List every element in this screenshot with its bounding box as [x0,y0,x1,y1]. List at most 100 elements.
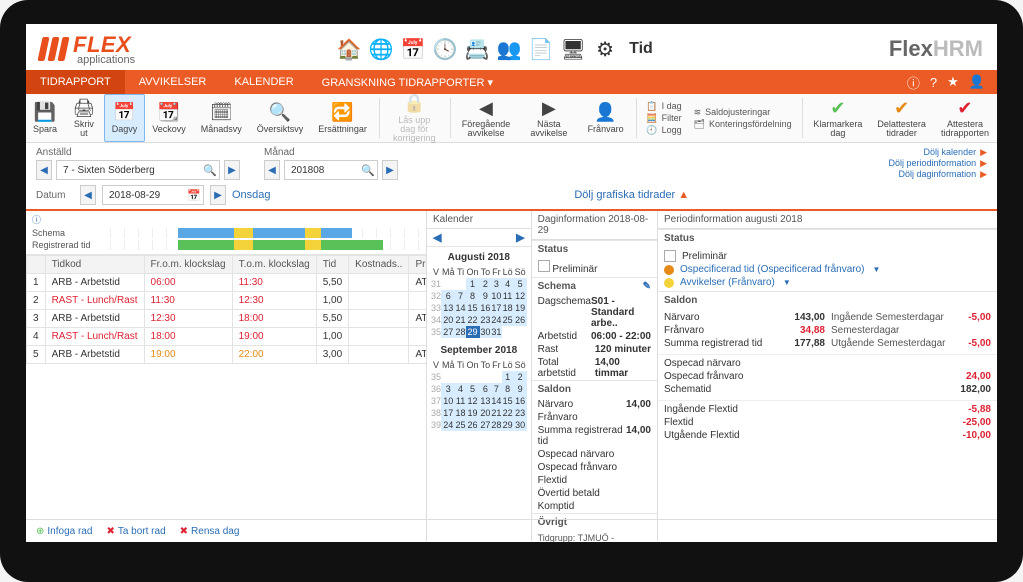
calendar-day[interactable]: 29 [466,326,480,338]
tab-avvikelser[interactable]: AVVIKELSER [125,70,221,94]
calendar-day[interactable]: 2 [480,278,492,290]
toggle-graphical-rows[interactable]: Dölj grafiska tidrader ▲ [574,189,689,201]
calendar-day[interactable]: 24 [491,314,502,326]
calendar-day[interactable]: 11 [502,290,514,302]
info-icon[interactable]: ⓘ [32,213,41,226]
calendar-day[interactable]: 18 [456,407,466,419]
calendar-day[interactable]: 13 [480,395,492,407]
calendar-day[interactable]: 19 [514,302,527,314]
time-rows-table[interactable]: TidkodFr.o.m. klockslagT.o.m. klockslagT… [26,255,426,364]
ribbon-spara[interactable]: 💾Spara [26,94,65,142]
ribbon-filter[interactable]: 🧮Filter [646,113,681,124]
calendar-icon[interactable]: 📅 [187,189,201,202]
delete-row[interactable]: ✖Ta bort rad [106,526,165,537]
calendar-day[interactable]: 16 [514,395,527,407]
calendar-day[interactable]: 23 [514,407,527,419]
month-field[interactable]: 201808 🔍 [284,160,378,180]
table-row[interactable]: 1ARB - Arbetstid06:0011:305,50AT 01.. [27,274,427,292]
module-icon[interactable]: 📅 [399,35,427,63]
module-icon[interactable]: 🖥 [559,35,587,63]
employee-field[interactable]: 7 - Sixten Söderberg 🔍 [56,160,220,180]
calendar-day[interactable]: 17 [441,407,456,419]
tab-granskning tidrapporter[interactable]: GRANSKNING TIDRAPPORTER ▾ [308,70,507,94]
info-icon[interactable]: ⓘ [907,73,920,92]
month-prev[interactable]: ◀ [264,160,280,180]
calendar-day[interactable]: 14 [491,395,502,407]
calendar-day[interactable]: 7 [491,383,502,395]
toggle-link[interactable]: Dölj periodinformation▶ [889,158,987,169]
calendar-day[interactable]: 28 [456,326,466,338]
ribbon-översiktsvy[interactable]: 🔍Översiktsvy [250,94,312,142]
ribbon-delattestera-tidrader[interactable]: ✔Delattestera tidrader [870,94,934,142]
calendar-day[interactable]: 13 [441,302,456,314]
calendar-day[interactable]: 25 [502,314,514,326]
calendar-day[interactable]: 3 [491,278,502,290]
calendar-day[interactable]: 6 [441,290,456,302]
module-icon[interactable]: ⚙ [591,35,619,63]
checkbox-icon[interactable] [538,260,550,272]
ribbon-föregående-avvikelse[interactable]: ◀Föregående avvikelse [455,94,519,142]
calendar-day[interactable]: 6 [480,383,492,395]
ribbon-månadsvy[interactable]: 🗓Månadsvy [194,94,250,142]
date-prev[interactable]: ◀ [80,185,96,205]
checkbox-icon[interactable] [664,250,676,262]
edit-icon[interactable]: ✎ [643,281,651,292]
table-row[interactable]: 4RAST - Lunch/Rast18:0019:001,00 [27,328,427,346]
calendar-day[interactable]: 26 [514,314,527,326]
ribbon-logg[interactable]: 🕘Logg [646,125,681,136]
help-icon[interactable]: ? [930,75,937,90]
calendar-day[interactable]: 4 [502,278,514,290]
employee-prev[interactable]: ◀ [36,160,52,180]
ribbon-saldojusteringar[interactable]: ≋Saldojusteringar [694,107,792,118]
calendar-day[interactable]: 27 [441,326,456,338]
warning-row[interactable]: Ospecificerad tid (Ospecificerad frånvar… [664,263,991,276]
calendar-day[interactable]: 12 [514,290,527,302]
toggle-link[interactable]: Dölj daginformation▶ [899,169,987,180]
calendar-day[interactable]: 5 [466,383,480,395]
calendar-day[interactable]: 9 [514,383,527,395]
calendar-day[interactable]: 28 [491,419,502,431]
user-icon[interactable]: 👤 [969,74,985,90]
ribbon-klarmarkera-dag[interactable]: ✔Klarmarkera dag [806,94,870,142]
date-field[interactable]: 2018-08-29 📅 [102,185,204,205]
calendar-day[interactable]: 14 [456,302,466,314]
cal-prev[interactable]: ◀ [433,231,441,244]
calendar-day[interactable]: 15 [502,395,514,407]
module-icon[interactable]: 📄 [527,35,555,63]
table-row[interactable]: 3ARB - Arbetstid12:3018:005,50AT 01.. [27,310,427,328]
toggle-link[interactable]: Dölj kalender▶ [924,147,987,158]
calendar-day[interactable]: 9 [480,290,492,302]
calendar-day[interactable]: 24 [441,419,456,431]
calendar-day[interactable]: 31 [491,326,502,338]
ribbon-nästa-avvikelse[interactable]: ▶Nästa avvikelse [518,94,580,142]
search-icon[interactable]: 🔍 [203,164,217,177]
cal-next[interactable]: ▶ [516,231,524,244]
calendar-day[interactable]: 25 [456,419,466,431]
clear-day[interactable]: ✖Rensa dag [180,526,240,537]
ribbon-konteringsfördelning[interactable]: 🗂Konteringsfördelning [694,119,792,130]
module-icon[interactable]: 🕓 [431,35,459,63]
calendar-day[interactable]: 2 [514,371,527,383]
calendar-day[interactable]: 22 [466,314,480,326]
module-icon[interactable]: 🌐 [367,35,395,63]
employee-next[interactable]: ▶ [224,160,240,180]
calendar-day[interactable]: 30 [514,419,527,431]
star-icon[interactable]: ★ [947,74,959,90]
calendar-day[interactable]: 4 [456,383,466,395]
date-next[interactable]: ▶ [210,185,226,205]
ribbon-frånvaro[interactable]: 👤Frånvaro [581,94,632,142]
calendar-day[interactable]: 27 [480,419,492,431]
calendar-day[interactable]: 30 [480,326,492,338]
calendar-day[interactable]: 29 [502,419,514,431]
calendar-day[interactable]: 5 [514,278,527,290]
calendar-day[interactable]: 20 [441,314,456,326]
ribbon-i dag[interactable]: 📋I dag [646,101,681,112]
month-next[interactable]: ▶ [382,160,398,180]
calendar-day[interactable]: 3 [441,383,456,395]
calendar-day[interactable]: 17 [491,302,502,314]
calendar-day[interactable]: 8 [466,290,480,302]
module-icon[interactable]: 🏠 [335,35,363,63]
ribbon-attestera-tidrapporten[interactable]: ✔Attestera tidrapporten [934,94,997,142]
ribbon-skriv-ut[interactable]: 🖨Skriv ut [65,94,104,142]
warning-row[interactable]: Avvikelser (Frånvaro)▼ [664,276,991,289]
